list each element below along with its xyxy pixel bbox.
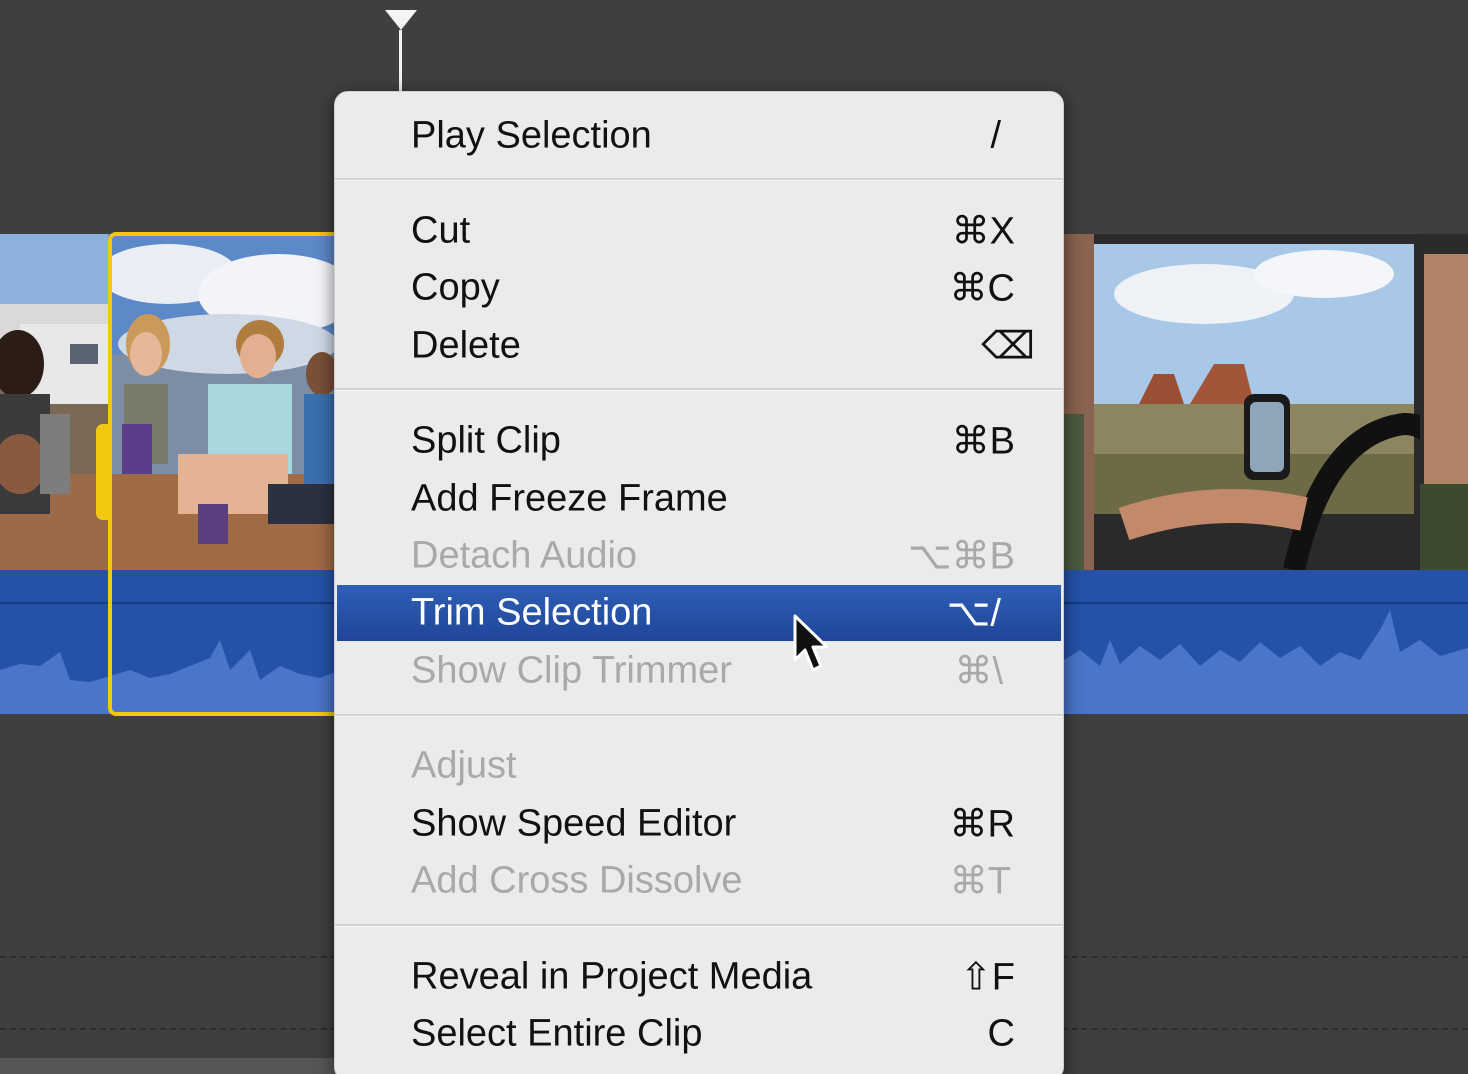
menu-item-add-freeze-frame[interactable]: Add Freeze Frame	[335, 471, 1063, 527]
menu-item-play-selection[interactable]: Play Selection /	[335, 108, 1063, 164]
menu-item-add-cross-dissolve: Add Cross Dissolve ⌘T	[411, 859, 1011, 903]
playhead-line[interactable]	[399, 30, 402, 92]
menu-item-delete[interactable]: Delete ⌫	[335, 318, 1063, 374]
timeline-scrollbar[interactable]	[0, 1058, 340, 1074]
menu-section-adjust: Adjust	[411, 744, 517, 787]
mouse-pointer-icon	[793, 614, 829, 672]
menu-separator	[335, 388, 1063, 391]
menu-separator	[335, 924, 1063, 927]
playhead-marker-icon[interactable]	[383, 8, 419, 32]
clip-context-menu: Play Selection / Cut ⌘X Copy ⌘C Delete ⌫…	[334, 91, 1064, 1074]
menu-item-cut[interactable]: Cut ⌘X	[335, 203, 1063, 259]
menu-separator	[335, 178, 1063, 181]
clip-thumbnail-right[interactable]	[1064, 234, 1468, 570]
menu-item-split-clip[interactable]: Split Clip ⌘B	[335, 413, 1063, 469]
menu-item-show-clip-trimmer: Show Clip Trimmer ⌘\	[411, 649, 1003, 693]
menu-item-show-speed-editor[interactable]: Show Speed Editor ⌘R	[335, 796, 1063, 852]
clip-thumbnail-group-left[interactable]	[0, 234, 108, 570]
delete-key-icon: ⌫	[981, 325, 1035, 368]
menu-item-trim-selection[interactable]: Trim Selection ⌥/	[337, 585, 1061, 641]
menu-item-detach-audio: Detach Audio ⌥⌘B	[411, 534, 1015, 578]
imovie-timeline: Play Selection / Cut ⌘X Copy ⌘C Delete ⌫…	[0, 0, 1468, 1074]
selected-clip-outline[interactable]	[108, 232, 348, 716]
menu-item-copy[interactable]: Copy ⌘C	[335, 260, 1063, 316]
menu-item-select-entire-clip[interactable]: Select Entire Clip C	[335, 1006, 1063, 1062]
menu-separator	[335, 714, 1063, 717]
clip-trim-handle[interactable]	[96, 424, 110, 520]
menu-item-reveal-in-project-media[interactable]: Reveal in Project Media ⇧F	[335, 949, 1063, 1005]
